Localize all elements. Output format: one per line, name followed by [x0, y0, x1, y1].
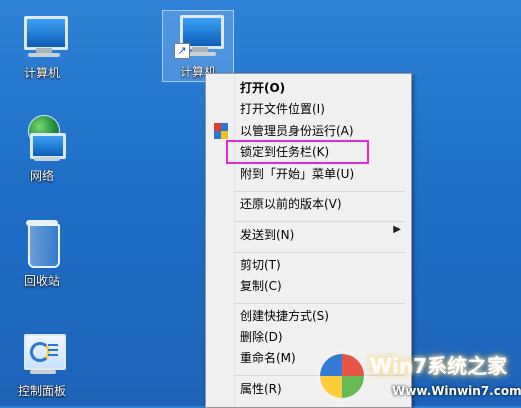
menu-separator [234, 303, 405, 304]
menu-item-send-to[interactable]: 发送到(N) [240, 225, 405, 245]
menu-separator [234, 221, 405, 222]
menu-item-pin-to-start-menu[interactable]: 附到「开始」菜单(U) [240, 164, 405, 184]
menu-item-open[interactable]: 打开(O) [240, 78, 405, 98]
network-icon [18, 115, 66, 163]
menu-item-delete[interactable]: 删除(D) [240, 327, 405, 347]
desktop-shortcut-computer[interactable]: ↗ 计算机 [162, 10, 234, 82]
watermark-title: Win7系统之家 [370, 354, 508, 378]
desktop-icon-network[interactable]: 网络 [7, 115, 77, 184]
computer-icon [18, 12, 68, 60]
desktop-icon-label: 控制面板 [17, 384, 66, 398]
menu-item-open-file-location[interactable]: 打开文件位置(I) [240, 99, 405, 119]
menu-item-pin-to-taskbar[interactable]: 锁定到任务栏(K) [226, 140, 369, 164]
control-panel-icon [18, 330, 66, 378]
menu-separator [234, 191, 405, 192]
desktop-icon-label: 网络 [29, 169, 54, 183]
computer-shortcut-icon: ↗ [174, 11, 224, 59]
menu-item-copy[interactable]: 复制(C) [240, 276, 405, 296]
shortcut-arrow-icon: ↗ [174, 43, 190, 59]
desktop-icon-label: 回收站 [23, 274, 60, 288]
submenu-arrow-icon: ▶ [393, 224, 401, 235]
windows-logo-icon [320, 354, 364, 398]
desktop-icon-control-panel[interactable]: 控制面板 [7, 330, 77, 399]
desktop-icon-recycle-bin[interactable]: 回收站 [7, 220, 77, 289]
uac-shield-icon [214, 123, 228, 139]
menu-item-create-shortcut[interactable]: 创建快捷方式(S) [240, 306, 405, 326]
watermark-url: Www.Winwin7.com [392, 384, 521, 398]
desktop-icon-label: 计算机 [23, 66, 60, 80]
recycle-bin-icon [18, 220, 66, 268]
menu-item-restore-previous-versions[interactable]: 还原以前的版本(V) [240, 194, 405, 214]
menu-item-cut[interactable]: 剪切(T) [240, 255, 405, 275]
menu-item-run-as-admin[interactable]: 以管理员身份运行(A) [240, 121, 405, 141]
watermark: Win7系统之家 Www.Winwin7.com [320, 348, 521, 404]
menu-separator [234, 252, 405, 253]
desktop-icon-computer[interactable]: 计算机 [7, 12, 77, 81]
